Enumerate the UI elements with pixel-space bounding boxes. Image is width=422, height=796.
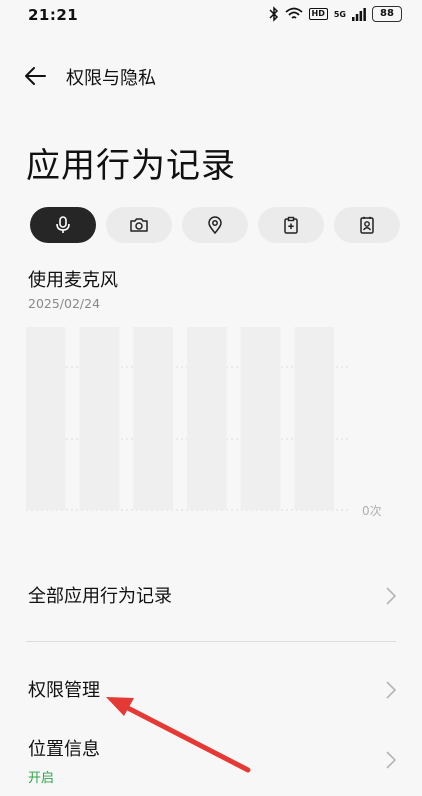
chip-microphone[interactable] bbox=[30, 207, 96, 243]
location-status: 开启 bbox=[28, 771, 55, 786]
chip-location[interactable] bbox=[182, 207, 248, 243]
chart-bar-track bbox=[26, 327, 66, 510]
chart-bar-track bbox=[187, 327, 227, 510]
usage-date: 2025/02/24 bbox=[28, 296, 101, 311]
permission-filter-chips bbox=[30, 207, 400, 243]
chevron-right-icon bbox=[386, 681, 397, 699]
hd-badge: HD bbox=[308, 8, 328, 20]
camera-icon bbox=[130, 218, 148, 232]
chip-camera[interactable] bbox=[106, 207, 172, 243]
wifi-icon bbox=[284, 7, 303, 19]
signal-icon bbox=[352, 8, 366, 21]
back-button[interactable] bbox=[22, 62, 50, 90]
menu-item-all-records[interactable]: 全部应用行为记录 bbox=[28, 582, 398, 612]
divider bbox=[26, 641, 396, 642]
nav-title: 权限与隐私 bbox=[66, 68, 156, 89]
status-time: 21:21 bbox=[28, 6, 79, 24]
status-bar: 21:21 HD 5G 88 bbox=[0, 0, 422, 30]
chart-bar-track bbox=[133, 327, 173, 510]
chart-bars bbox=[26, 327, 334, 510]
menu-item-location-info[interactable]: 位置信息 开启 bbox=[28, 735, 398, 786]
usage-title: 使用麦克风 bbox=[28, 270, 118, 291]
back-arrow-icon bbox=[25, 67, 46, 85]
menu-item-permission-management-label: 权限管理 bbox=[28, 680, 100, 701]
menu-item-all-records-label: 全部应用行为记录 bbox=[28, 586, 172, 607]
chart-bar-track bbox=[79, 327, 120, 510]
chip-contacts[interactable] bbox=[334, 207, 400, 243]
chevron-right-icon bbox=[386, 751, 397, 769]
bluetooth-icon bbox=[268, 6, 278, 22]
status-icons: HD 5G 88 bbox=[268, 6, 402, 22]
chip-clipboard[interactable] bbox=[258, 207, 324, 243]
microphone-icon bbox=[56, 216, 70, 233]
nav-header: 权限与隐私 bbox=[0, 56, 422, 96]
page-title: 应用行为记录 bbox=[26, 146, 236, 186]
chart-bar-track bbox=[294, 327, 334, 510]
contacts-icon bbox=[360, 216, 374, 234]
usage-chart: 0次 bbox=[26, 327, 382, 518]
menu-item-permission-management[interactable]: 权限管理 bbox=[28, 676, 398, 706]
battery-indicator: 88 bbox=[372, 6, 402, 22]
menu-item-location-info-label: 位置信息 bbox=[28, 739, 100, 760]
chart-bar-track bbox=[240, 327, 281, 510]
clipboard-icon bbox=[284, 216, 298, 234]
chevron-right-icon bbox=[386, 587, 397, 605]
location-pin-icon bbox=[208, 216, 222, 235]
chart-y-tick-label: 0次 bbox=[362, 504, 382, 518]
network-5g-label: 5G bbox=[333, 9, 346, 19]
